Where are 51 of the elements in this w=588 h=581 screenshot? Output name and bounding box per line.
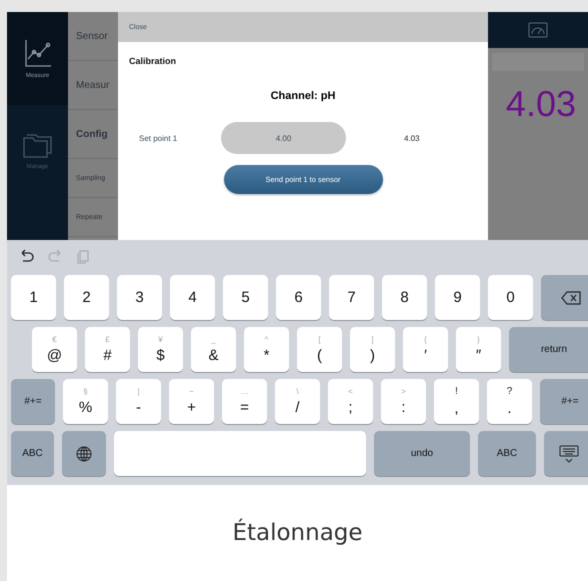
key[interactable]: < ; <box>328 379 373 424</box>
backspace-icon <box>561 290 581 304</box>
key[interactable]: £ # <box>85 327 130 372</box>
key[interactable]: … = <box>222 379 267 424</box>
key[interactable]: ABC <box>11 431 54 476</box>
globe-icon <box>76 446 92 462</box>
channel-title: Channel: pH <box>270 90 336 102</box>
key[interactable]: return <box>509 327 588 372</box>
key[interactable]: 1 <box>11 275 56 320</box>
key[interactable]: ABC <box>478 431 536 476</box>
key[interactable]: 9 <box>435 275 480 320</box>
sensor-reading: 4.03 <box>404 134 420 142</box>
key[interactable]: _ & <box>191 327 236 372</box>
key[interactable]: #+= <box>540 379 588 424</box>
key[interactable]: \ / <box>275 379 320 424</box>
key[interactable]: ] ) <box>350 327 395 372</box>
key[interactable]: 8 <box>382 275 427 320</box>
key[interactable]: 6 <box>276 275 321 320</box>
key[interactable]: € @ <box>32 327 77 372</box>
key[interactable]: 7 <box>329 275 374 320</box>
backspace-key[interactable] <box>541 275 588 320</box>
key[interactable]: 5 <box>223 275 268 320</box>
key[interactable]: > : <box>381 379 426 424</box>
key[interactable]: #+= <box>11 379 55 424</box>
key[interactable]: } ″ <box>456 327 501 372</box>
caption: Étalonnage <box>232 520 363 546</box>
key[interactable]: 4 <box>170 275 215 320</box>
key[interactable]: ! , <box>434 379 479 424</box>
hide-keyboard-key[interactable] <box>544 431 588 476</box>
line-chart-icon <box>24 38 52 66</box>
key[interactable]: undo <box>374 431 470 476</box>
key[interactable]: ~ + <box>169 379 214 424</box>
globe-key[interactable] <box>62 431 106 476</box>
key[interactable]: 2 <box>64 275 109 320</box>
undo-button[interactable] <box>19 248 35 264</box>
key[interactable]: 0 <box>488 275 533 320</box>
key[interactable]: § % <box>63 379 108 424</box>
key[interactable]: ^ * <box>244 327 289 372</box>
key[interactable]: ¥ $ <box>138 327 183 372</box>
keyboard-icon <box>559 444 579 462</box>
key[interactable]: ? . <box>487 379 532 424</box>
setpoint-field[interactable]: 4.00 <box>221 122 346 154</box>
gauge-icon <box>528 22 548 38</box>
key[interactable]: 3 <box>117 275 162 320</box>
key[interactable]: { ′ <box>403 327 448 372</box>
setpoint-label: Set point 1 <box>138 134 178 142</box>
key[interactable]: [ ( <box>297 327 342 372</box>
key[interactable]: | - <box>116 379 161 424</box>
dialog-title: Calibration <box>129 56 176 66</box>
reading-value: 4.03 <box>506 83 577 125</box>
folder-icon <box>23 133 52 158</box>
